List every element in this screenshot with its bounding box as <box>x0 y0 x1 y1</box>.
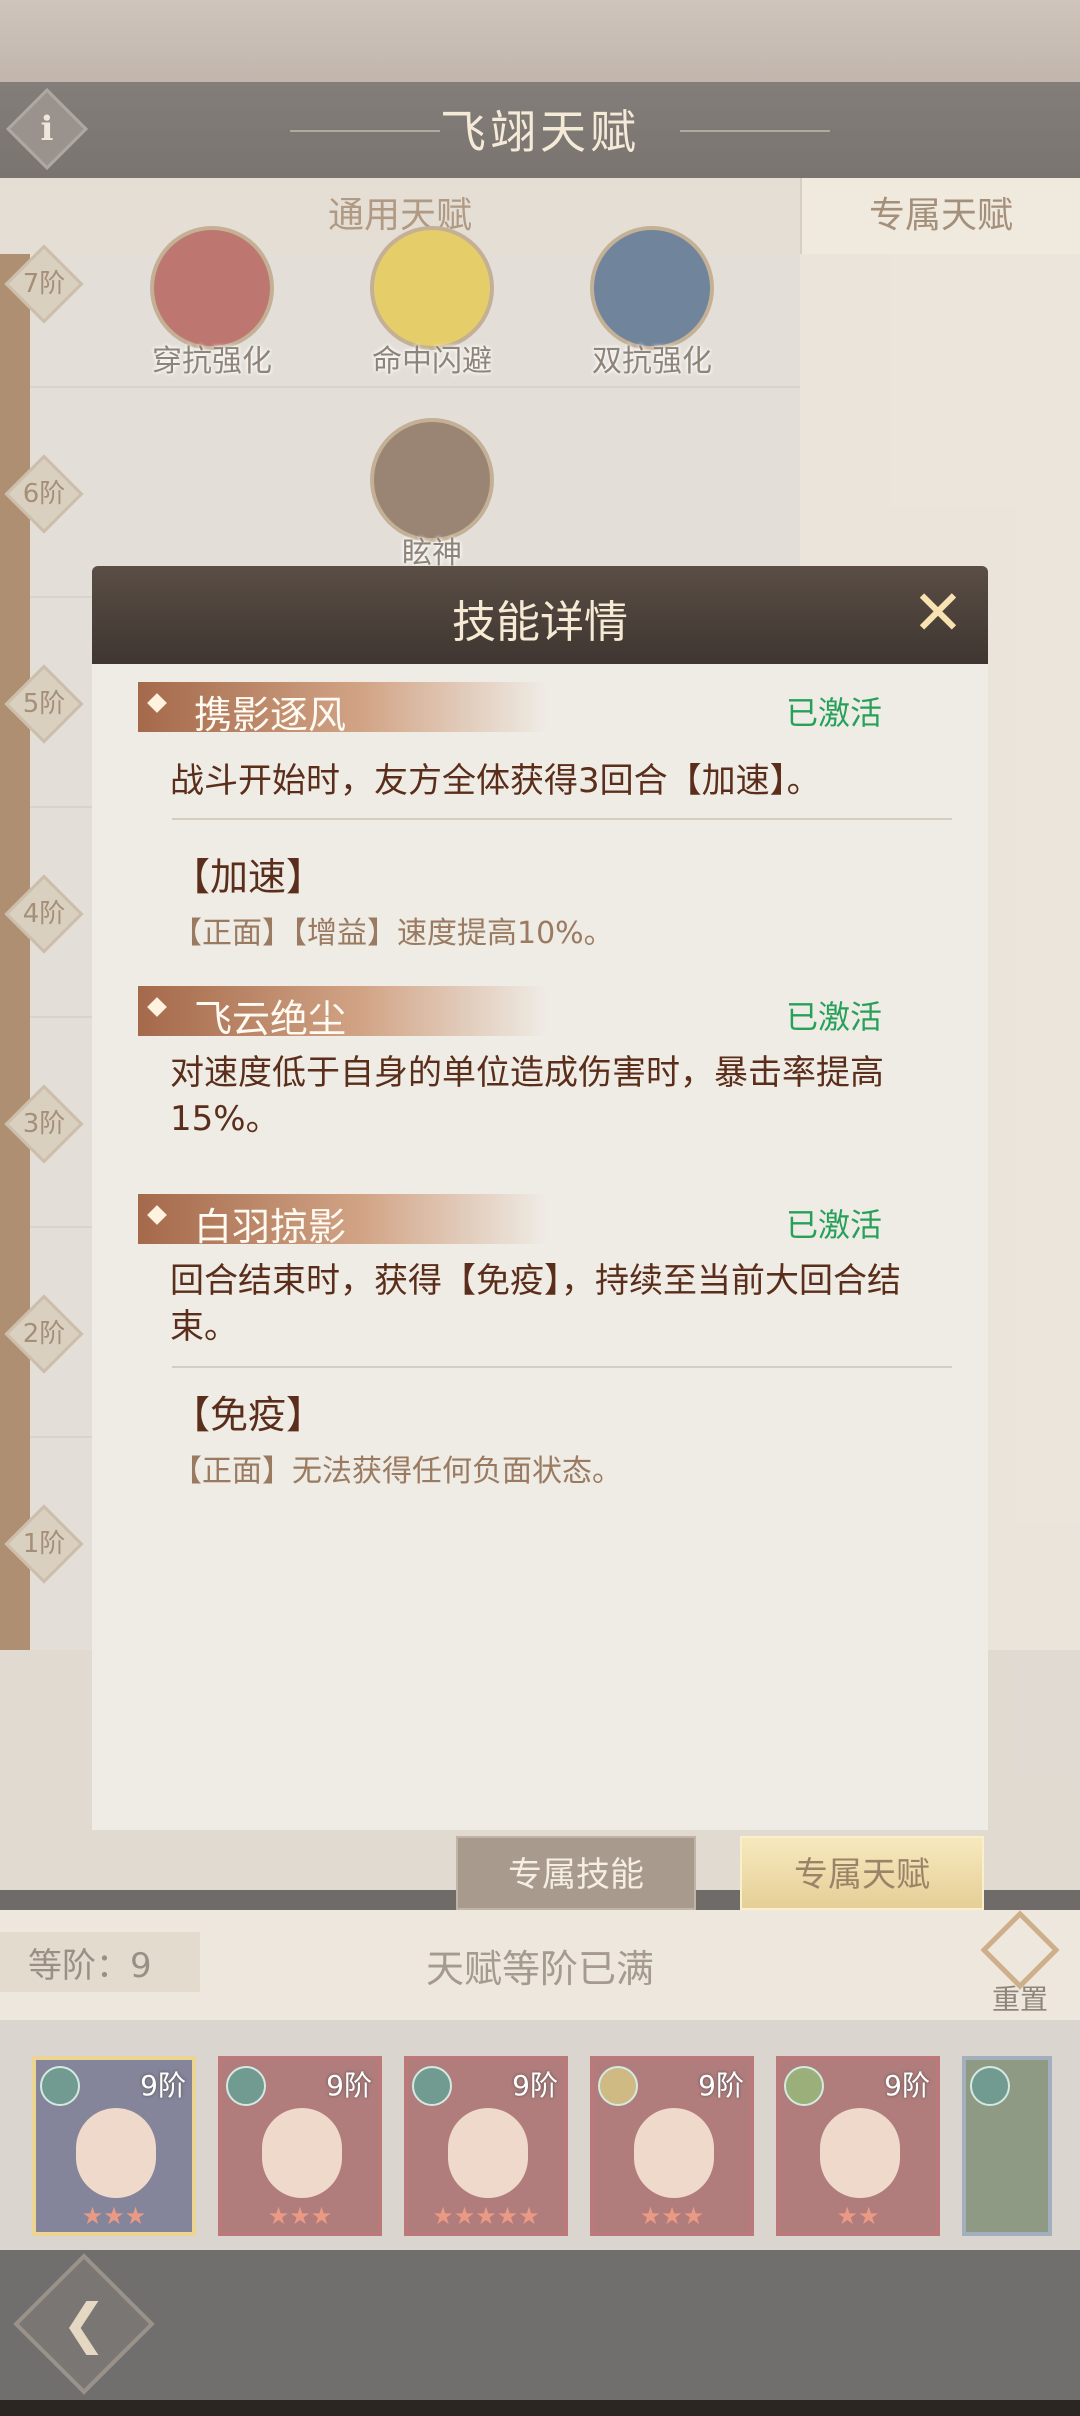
dialog-body: 携影逐风 已激活 战斗开始时，友方全体获得3回合【加速】。 【加速】 【正面】【… <box>92 664 988 1830</box>
skill-status: 已激活 <box>786 694 883 732</box>
skill-status: 已激活 <box>786 998 883 1036</box>
buff-description: 【正面】【增益】速度提高10%。 <box>172 916 614 951</box>
skill-description: 回合结束时，获得【免疫】，持续至当前大回合结束。 <box>170 1261 901 1347</box>
skill-name: 携影逐风 <box>194 693 347 737</box>
close-icon[interactable]: ✕ <box>906 582 970 646</box>
dialog-header: 技能详情 ✕ <box>92 566 988 664</box>
skill-description: 战斗开始时，友方全体获得3回合【加速】。 <box>170 761 821 801</box>
dialog-title: 技能详情 <box>452 597 628 648</box>
buff-name: 【免疫】 <box>172 1393 325 1437</box>
buff-description: 【正面】无法获得任何负面状态。 <box>172 1454 622 1489</box>
buff-name: 【加速】 <box>172 855 325 899</box>
divider <box>172 818 952 820</box>
skill-name: 白羽掠影 <box>194 1205 347 1249</box>
skill-detail-dialog: 技能详情 ✕ 携影逐风 已激活 战斗开始时，友方全体获得3回合【加速】。 【加速… <box>92 566 988 1830</box>
divider <box>172 1366 952 1368</box>
skill-status: 已激活 <box>786 1206 883 1244</box>
skill-name: 飞云绝尘 <box>194 997 347 1041</box>
skill-description: 对速度低于自身的单位造成伤害时，暴击率提高15%。 <box>170 1053 884 1139</box>
